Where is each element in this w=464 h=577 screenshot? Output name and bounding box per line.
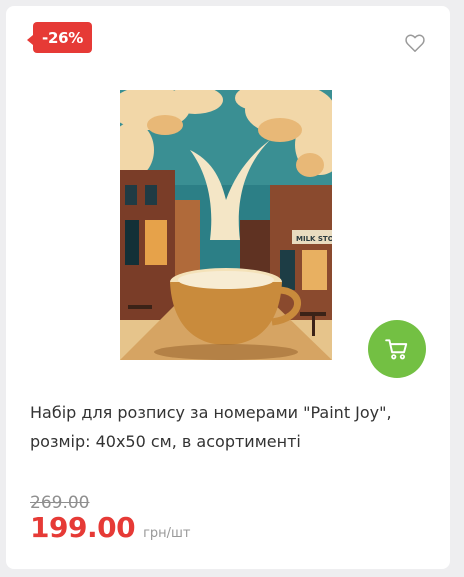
heart-outline-icon [405,34,425,52]
price-row: 199.00 грн/шт [30,511,191,544]
wishlist-button[interactable] [404,32,426,54]
shopping-cart-icon [385,339,408,360]
discount-badge-text: -26% [42,28,83,47]
discount-badge: -26% [27,22,92,53]
product-painting: MILK STORE [120,90,332,360]
product-card: -26% MILK STO Набір для розпису за номер… [6,6,450,569]
product-title-link[interactable]: Набір для розпису за номерами "Paint Joy… [30,398,440,456]
add-to-cart-button[interactable] [368,320,426,378]
current-price: 199.00 [30,511,136,544]
price-unit: грн/шт [143,526,191,541]
product-image[interactable]: MILK STORE [120,90,332,360]
old-price: 269.00 [30,493,90,513]
shop-sign-text: MILK STORE [296,235,332,243]
